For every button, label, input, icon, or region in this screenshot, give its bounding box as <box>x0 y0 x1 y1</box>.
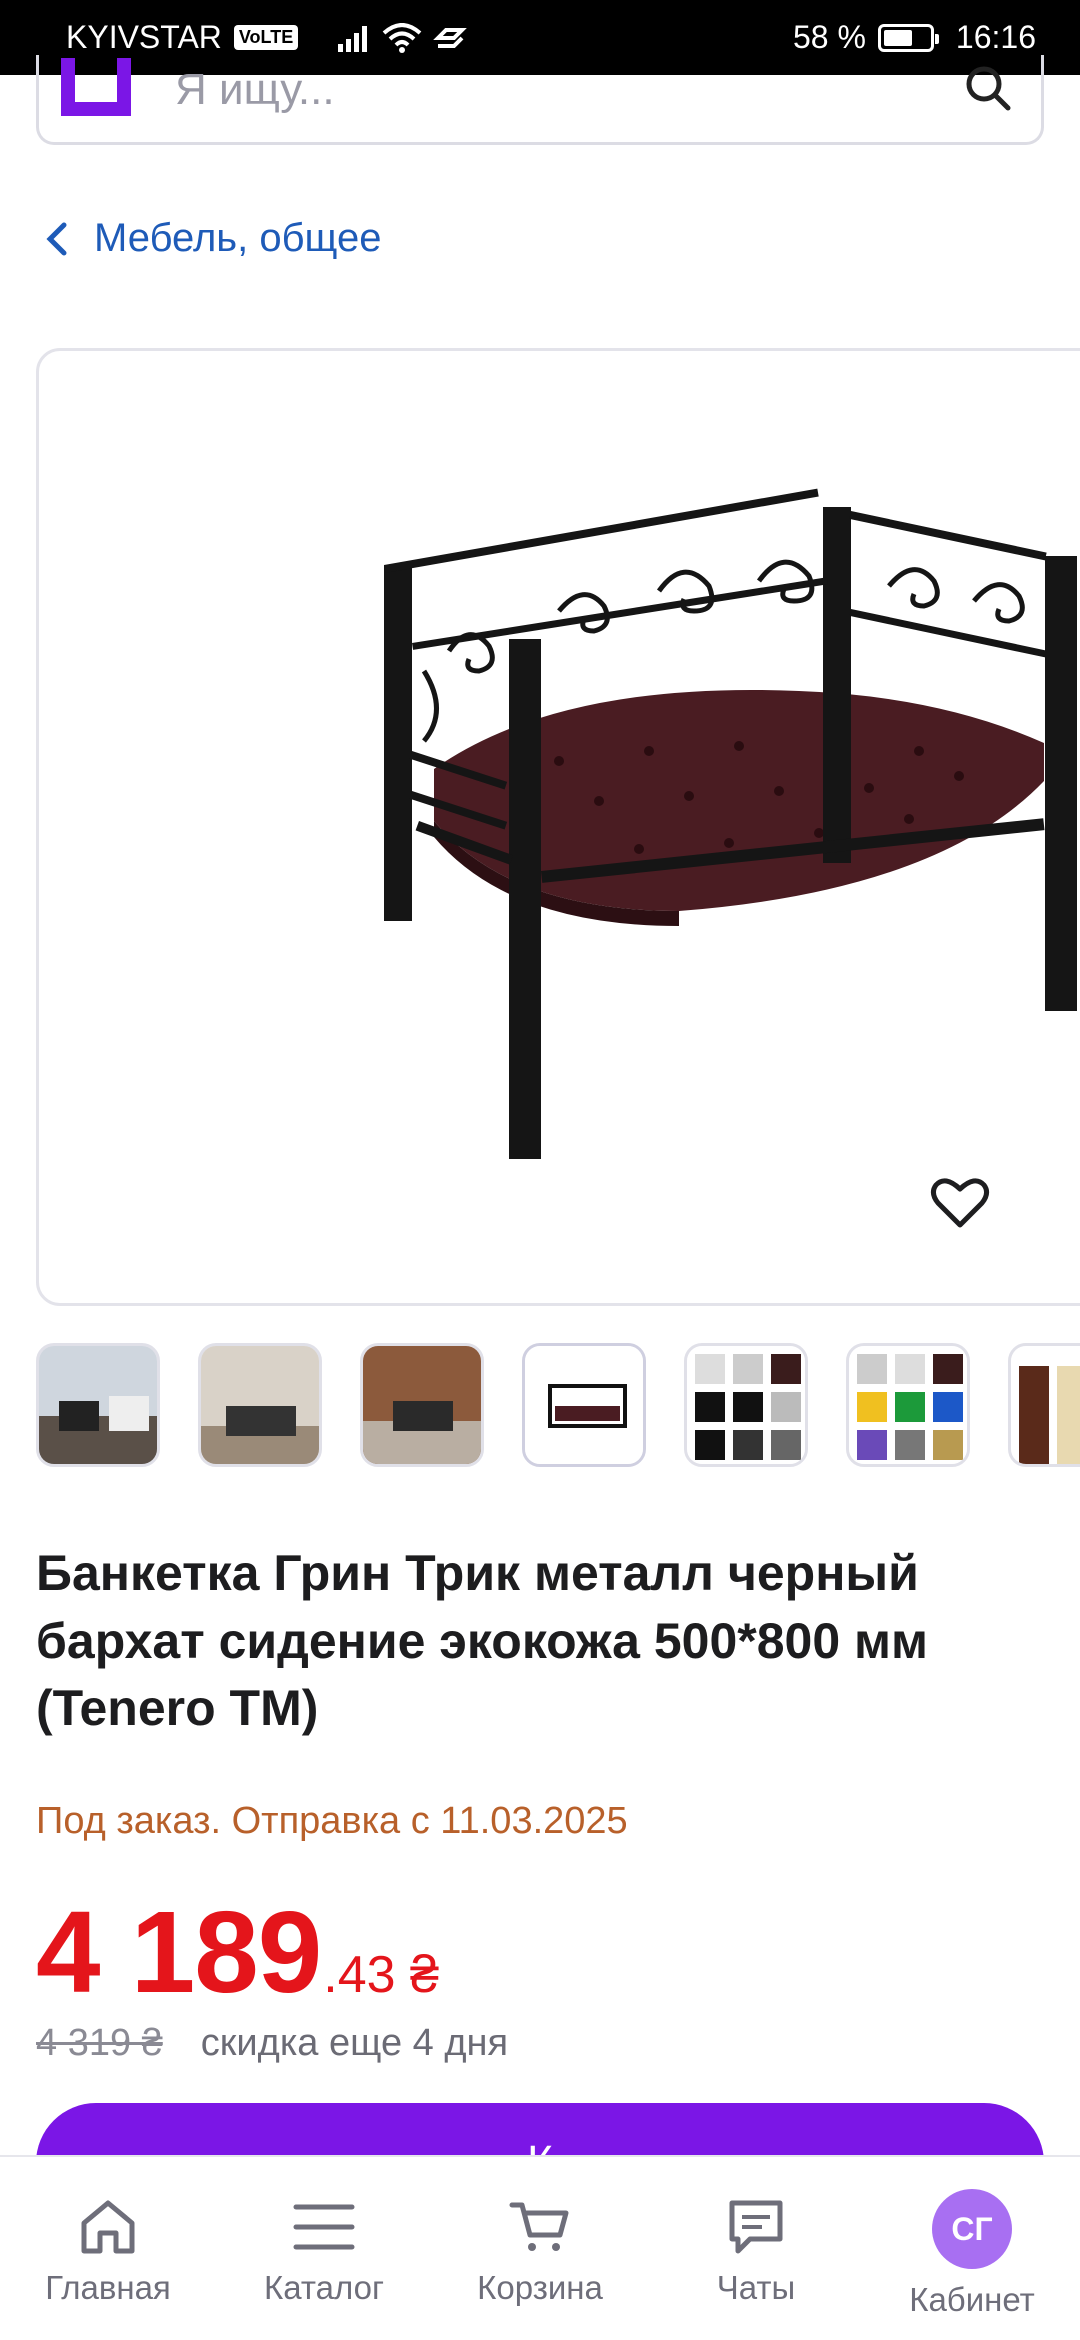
thumbnail-6[interactable] <box>846 1343 970 1467</box>
breadcrumb[interactable]: Мебель, общее <box>44 216 381 261</box>
nav-cart-label[interactable]: Корзина <box>477 2269 603 2307</box>
bottom-navigation: Главная Каталог Корзина Чаты СГ Кабинет <box>0 2155 1080 2340</box>
thumbnail-1[interactable] <box>36 1343 160 1467</box>
price-cents: .43 ₴ <box>323 1946 439 2004</box>
thumbnail-image <box>849 1346 967 1464</box>
breadcrumb-category[interactable]: Мебель, общее <box>94 216 381 261</box>
battery-icon <box>877 23 939 52</box>
thumbnail-image <box>39 1346 157 1464</box>
nav-cart[interactable]: Корзина <box>432 2157 648 2340</box>
thumbnail-image <box>201 1346 319 1464</box>
chat-icon[interactable] <box>724 2197 788 2257</box>
avatar[interactable]: СГ <box>932 2189 1012 2269</box>
chevron-left-icon[interactable] <box>44 219 68 259</box>
thumbnail-image <box>525 1346 643 1464</box>
old-price: 4 319 ₴ <box>36 2022 163 2064</box>
nav-chats-label[interactable]: Чаты <box>717 2269 795 2307</box>
discount-row: 4 319 ₴ скидка еще 4 дня <box>36 2022 508 2065</box>
nav-catalog[interactable]: Каталог <box>216 2157 432 2340</box>
logo-icon[interactable] <box>61 57 131 116</box>
price-main: 4 189 <box>36 1887 322 2017</box>
home-icon[interactable] <box>76 2197 140 2257</box>
cart-icon[interactable] <box>508 2197 572 2257</box>
product-title: Банкетка Грин Трик металл черный бархат … <box>36 1545 928 1736</box>
nav-cabinet-label[interactable]: Кабинет <box>909 2281 1035 2319</box>
thumbnail-2[interactable] <box>198 1343 322 1467</box>
volte-badge: VoLTE <box>233 25 299 50</box>
thumbnail-image <box>1011 1346 1080 1464</box>
search-icon[interactable] <box>963 63 1013 113</box>
thumbnail-5[interactable] <box>684 1343 808 1467</box>
signal-icon <box>338 25 368 52</box>
clock: 16:16 <box>955 19 1036 55</box>
discount-note: скидка еще 4 дня <box>200 2022 509 2064</box>
search-input[interactable]: Я ищу... <box>175 65 335 115</box>
thumbnail-7[interactable] <box>1008 1343 1080 1467</box>
heart-icon[interactable] <box>930 1175 990 1229</box>
nav-cabinet[interactable]: СГ Кабинет <box>864 2157 1080 2340</box>
nav-home-label[interactable]: Главная <box>45 2269 171 2307</box>
thumbnail-image <box>363 1346 481 1464</box>
thumbnail-4[interactable] <box>522 1343 646 1467</box>
thumbnail-strip[interactable] <box>36 1343 1080 1467</box>
thumbnail-image <box>687 1346 805 1464</box>
favorite-button[interactable] <box>920 1162 1000 1242</box>
link-status-icon <box>433 27 468 48</box>
price: 4 189 .43 ₴ <box>36 1885 439 2019</box>
menu-icon[interactable] <box>292 2197 356 2257</box>
thumbnail-3[interactable] <box>360 1343 484 1467</box>
nav-home[interactable]: Главная <box>0 2157 216 2340</box>
availability-status: Под заказ. Отправка с 11.03.2025 <box>36 1800 628 1842</box>
nav-chats[interactable]: Чаты <box>648 2157 864 2340</box>
nav-catalog-label[interactable]: Каталог <box>264 2269 384 2307</box>
search-bar[interactable]: Я ищу... <box>36 55 1044 145</box>
wifi-icon <box>382 22 422 53</box>
battery-percent: 58 % <box>792 19 866 55</box>
carrier-name: KYIVSTAR <box>66 19 222 55</box>
